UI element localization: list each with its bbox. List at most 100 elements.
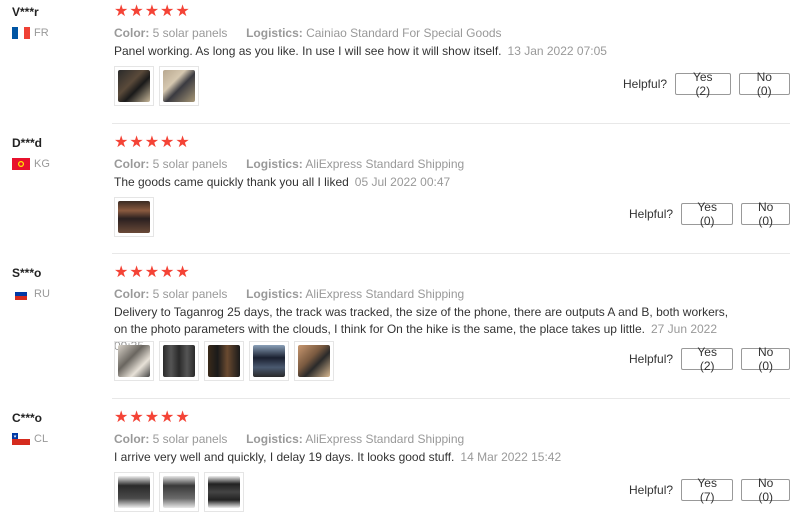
helpful-label: Helpful? bbox=[629, 483, 674, 497]
helpful-no-button[interactable]: No (0) bbox=[741, 200, 790, 228]
review-photo-thumbnail[interactable] bbox=[249, 341, 289, 381]
review-date: 05 Jul 2022 00:47 bbox=[354, 175, 451, 189]
country-code: KG bbox=[34, 158, 50, 170]
color-label: Color: bbox=[114, 432, 150, 446]
photo-panel-unfolded bbox=[163, 345, 195, 377]
star-icon: ★ bbox=[160, 134, 175, 151]
review-photo-thumbnail[interactable] bbox=[114, 472, 154, 512]
star-icon: ★ bbox=[114, 3, 129, 20]
reviewer-country: ★ CL bbox=[12, 433, 48, 445]
logistics-label: Logistics: bbox=[246, 432, 303, 446]
review-attributes: Color: 5 solar panels Logistics: AliExpr… bbox=[114, 432, 464, 446]
reviewer-name: D***d bbox=[12, 136, 43, 150]
review-photos bbox=[114, 66, 199, 106]
helpful-yes-button[interactable]: Yes (0) bbox=[681, 200, 734, 228]
review-text: The goods came quickly thank you all I l… bbox=[114, 175, 349, 189]
photo-panel-phone bbox=[253, 345, 285, 377]
helpful-label: Helpful? bbox=[629, 207, 674, 221]
helpful-yes-button[interactable]: Yes (2) bbox=[681, 345, 734, 373]
review-photos bbox=[114, 472, 244, 512]
helpful-label: Helpful? bbox=[623, 77, 668, 91]
color-label: Color: bbox=[114, 26, 150, 40]
review-photo-thumbnail[interactable] bbox=[204, 341, 244, 381]
star-icon: ★ bbox=[160, 264, 175, 281]
review-photos bbox=[114, 197, 154, 237]
star-icon: ★ bbox=[114, 264, 129, 281]
logistics-label: Logistics: bbox=[246, 157, 303, 171]
review-divider bbox=[112, 253, 790, 254]
flag-icon bbox=[12, 27, 30, 39]
color-value: 5 solar panels bbox=[152, 287, 228, 301]
logistics-value: AliExpress Standard Shipping bbox=[305, 157, 465, 171]
reviewer-country: KG bbox=[12, 158, 50, 170]
reviewer-name: C***o bbox=[12, 411, 43, 425]
logistics-value: AliExpress Standard Shipping bbox=[305, 432, 465, 446]
helpful-yes-button[interactable]: Yes (7) bbox=[681, 476, 734, 504]
helpful-no-button[interactable]: No (0) bbox=[741, 345, 790, 373]
review-text-block: The goods came quickly thank you all I l… bbox=[114, 174, 734, 191]
review-text-block: I arrive very well and quickly, I delay … bbox=[114, 449, 734, 466]
photo-panel-cables bbox=[118, 345, 150, 377]
review-text: Delivery to Taganrog 25 days, the track … bbox=[114, 305, 729, 336]
review-date: 14 Mar 2022 15:42 bbox=[460, 450, 562, 464]
review-text: I arrive very well and quickly, I delay … bbox=[114, 450, 455, 464]
review-divider bbox=[112, 398, 790, 399]
country-code: CL bbox=[34, 433, 49, 445]
review-item: S***o RU ★ ★ ★ ★ ★ Color: 5 solar panels Log… bbox=[0, 264, 790, 386]
review-item: C***o ★ CL ★ ★ ★ ★ ★ Color: 5 solar panels L… bbox=[0, 409, 790, 531]
review-photo-thumbnail[interactable] bbox=[294, 341, 334, 381]
photo-solar-panel-fabric bbox=[163, 70, 195, 102]
review-photo-thumbnail[interactable] bbox=[159, 66, 199, 106]
country-code: FR bbox=[34, 27, 49, 39]
helpful-vote: Helpful? Yes (2) No (0) bbox=[629, 345, 790, 373]
star-rating: ★ ★ ★ ★ ★ bbox=[114, 264, 190, 281]
logistics-value: Cainiao Standard For Special Goods bbox=[306, 26, 502, 40]
flag-icon bbox=[12, 158, 30, 170]
flag-icon: ★ bbox=[12, 433, 30, 445]
country-code: RU bbox=[34, 288, 50, 300]
review-attributes: Color: 5 solar panels Logistics: AliExpr… bbox=[114, 287, 464, 301]
review-text: Panel working. As long as you like. In u… bbox=[114, 44, 502, 58]
star-icon: ★ bbox=[160, 3, 175, 20]
review-text-block: Panel working. As long as you like. In u… bbox=[114, 43, 734, 60]
star-icon: ★ bbox=[144, 409, 160, 426]
helpful-vote: Helpful? Yes (7) No (0) bbox=[629, 476, 790, 504]
review-photo-thumbnail[interactable] bbox=[114, 341, 154, 381]
photo-panel-sun bbox=[208, 345, 240, 377]
color-value: 5 solar panels bbox=[152, 26, 228, 40]
star-icon: ★ bbox=[129, 134, 144, 151]
star-rating: ★ ★ ★ ★ ★ bbox=[114, 3, 190, 20]
review-divider bbox=[112, 123, 790, 124]
star-icon: ★ bbox=[175, 409, 190, 426]
logistics-label: Logistics: bbox=[246, 26, 303, 40]
color-label: Color: bbox=[114, 287, 150, 301]
color-value: 5 solar panels bbox=[152, 157, 228, 171]
review-photo-thumbnail[interactable] bbox=[114, 197, 154, 237]
review-photo-thumbnail[interactable] bbox=[204, 472, 244, 512]
review-photo-thumbnail[interactable] bbox=[159, 341, 199, 381]
photo-panel-open bbox=[208, 476, 240, 508]
photo-panel-front bbox=[118, 476, 150, 508]
star-icon: ★ bbox=[129, 3, 144, 20]
logistics-label: Logistics: bbox=[246, 287, 303, 301]
star-icon: ★ bbox=[175, 264, 190, 281]
reviewer-name: V***r bbox=[12, 5, 39, 19]
photo-solar-panel-folded bbox=[118, 201, 150, 233]
review-attributes: Color: 5 solar panels Logistics: AliExpr… bbox=[114, 157, 464, 171]
star-rating: ★ ★ ★ ★ ★ bbox=[114, 409, 190, 426]
review-photo-thumbnail[interactable] bbox=[114, 66, 154, 106]
helpful-yes-button[interactable]: Yes (2) bbox=[675, 70, 731, 98]
helpful-no-button[interactable]: No (0) bbox=[738, 70, 790, 98]
star-icon: ★ bbox=[114, 409, 129, 426]
logistics-value: AliExpress Standard Shipping bbox=[305, 287, 465, 301]
review-date: 13 Jan 2022 07:05 bbox=[507, 44, 607, 58]
star-icon: ★ bbox=[144, 264, 160, 281]
helpful-no-button[interactable]: No (0) bbox=[741, 476, 790, 504]
reviewer-country: FR bbox=[12, 27, 49, 39]
review-photo-thumbnail[interactable] bbox=[159, 472, 199, 512]
star-icon: ★ bbox=[175, 3, 190, 20]
review-photos bbox=[114, 341, 334, 381]
review-attributes: Color: 5 solar panels Logistics: Cainiao… bbox=[114, 26, 502, 40]
review-item: D***d KG ★ ★ ★ ★ ★ Color: 5 solar panels Log… bbox=[0, 134, 790, 256]
star-icon: ★ bbox=[129, 264, 144, 281]
